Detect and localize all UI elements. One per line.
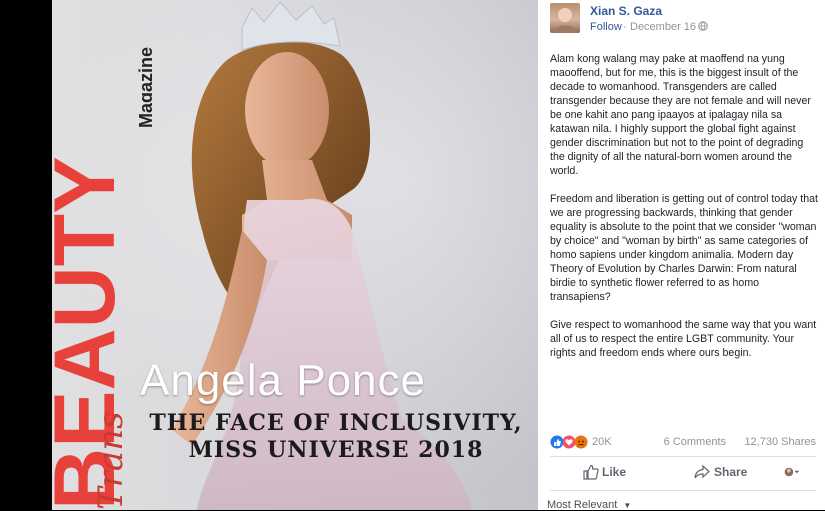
like-button[interactable]: Like xyxy=(602,465,626,479)
avatar[interactable] xyxy=(550,3,580,33)
post-header: Xian S. Gaza Follow · December 16 xyxy=(538,0,825,42)
separator-dot: · xyxy=(623,21,627,33)
facebook-post-panel: Xian S. Gaza Follow · December 16 Alam k… xyxy=(538,0,825,511)
share-arrow-icon[interactable] xyxy=(694,464,710,480)
reaction-count[interactable]: 20K xyxy=(592,436,612,448)
divider xyxy=(550,456,816,457)
comments-count[interactable]: 6 Comments xyxy=(664,436,726,448)
reaction-icons[interactable] xyxy=(550,435,590,449)
magazine-word: Magazine xyxy=(136,47,152,128)
post-paragraph: Give respect to womanhood the same way t… xyxy=(550,319,817,359)
thumbs-up-icon[interactable] xyxy=(583,464,599,480)
comment-sort-dropdown[interactable]: Most Relevant ▼ xyxy=(547,499,631,511)
divider xyxy=(550,490,816,491)
post-author[interactable]: Xian S. Gaza xyxy=(590,4,662,18)
cover-name: Angela Ponce xyxy=(140,356,426,405)
globe-icon xyxy=(698,21,708,31)
cover-tagline-line-1: THE FACE OF INCLUSIVITY, xyxy=(149,410,523,436)
reactions-summary: 20K 6 Comments 12,730 Shares xyxy=(550,434,816,452)
post-body: Alam kong walang may pake at maoffend na… xyxy=(550,52,818,374)
shares-count[interactable]: 12,730 Shares xyxy=(744,436,816,448)
post-date[interactable]: December 16 xyxy=(630,21,696,33)
comment-sort-label: Most Relevant xyxy=(547,499,618,511)
post-actions: Like Share xyxy=(550,458,816,488)
angry-reaction-icon xyxy=(574,435,588,449)
cover-tagline: THE FACE OF INCLUSIVITY, MISS UNIVERSE 2… xyxy=(136,410,536,464)
share-button[interactable]: Share xyxy=(714,465,747,479)
left-black-border xyxy=(0,0,52,510)
cover-tagline-line-2: MISS UNIVERSE 2018 xyxy=(188,437,484,463)
magazine-cover-photo[interactable]: BEAUTY Magazine Trans Angela Ponce THE F… xyxy=(52,0,538,510)
chevron-down-icon: ▼ xyxy=(623,501,632,510)
profile-selector-icon[interactable] xyxy=(784,464,800,480)
follow-link[interactable]: Follow xyxy=(590,21,622,33)
post-paragraph: Alam kong walang may pake at maoffend na… xyxy=(550,53,811,177)
trans-word: Trans xyxy=(91,411,131,510)
caret-down-icon xyxy=(794,470,800,474)
post-paragraph: Freedom and liberation is getting out of… xyxy=(550,193,818,303)
